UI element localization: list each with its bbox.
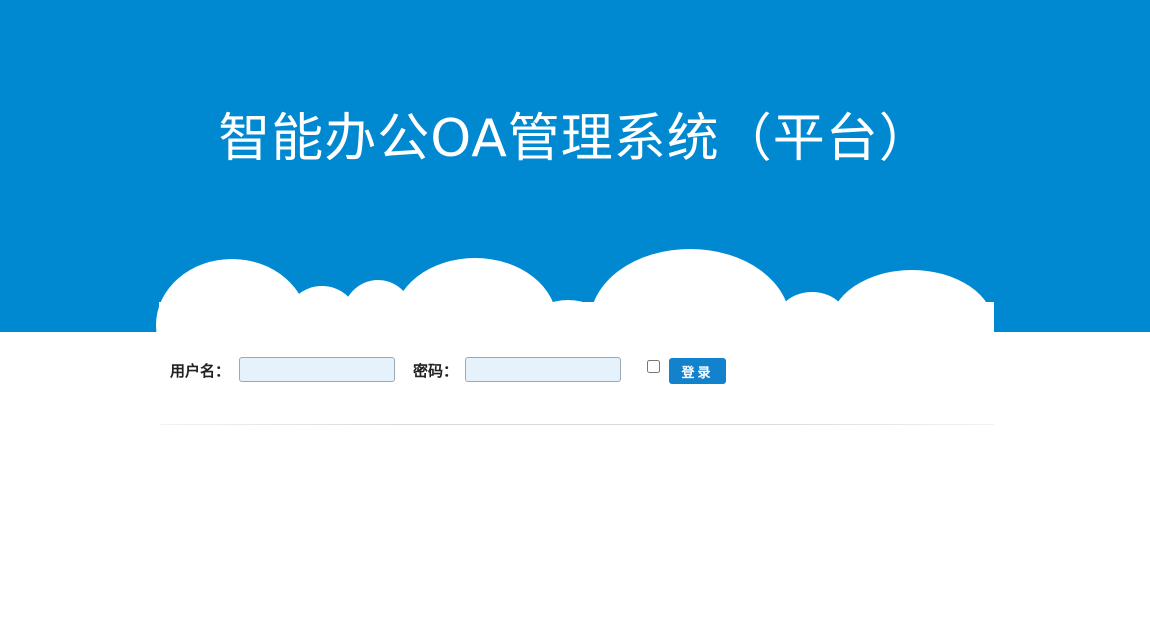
password-input[interactable] [465,357,621,382]
header-banner: 智能办公OA管理系统（平台） [0,0,1150,340]
cloud-illustration [156,249,994,340]
divider [160,424,994,425]
password-label: 密码： [413,362,459,380]
login-button[interactable]: 登录 [669,358,726,384]
username-input[interactable] [239,357,395,382]
page-title: 智能办公OA管理系统（平台） [218,109,932,169]
remember-checkbox[interactable] [647,360,660,373]
username-label: 用户名： [170,362,231,380]
login-form: 用户名： 密码： 登录 [159,332,994,424]
login-panel: 用户名： 密码： 登录 [159,332,994,424]
